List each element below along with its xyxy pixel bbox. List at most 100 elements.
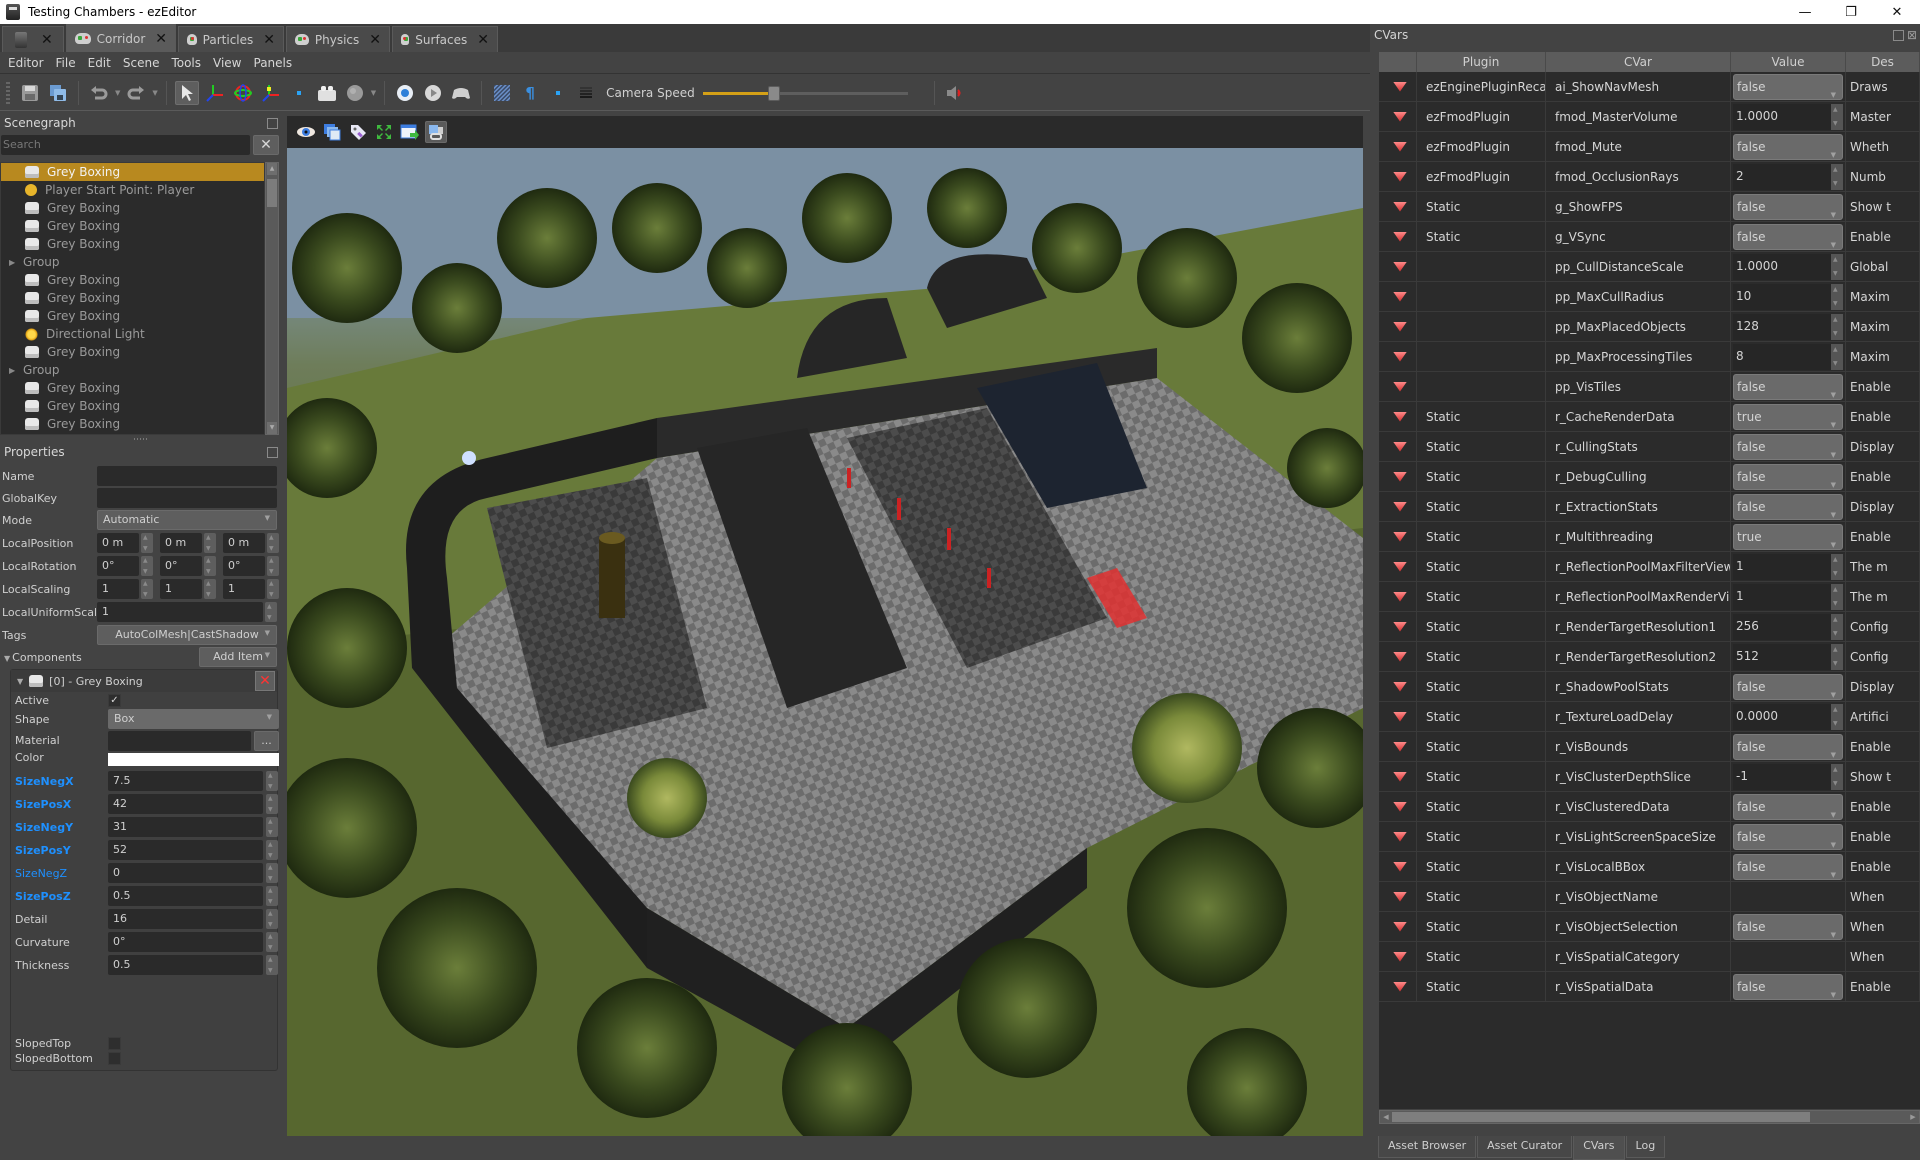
cvar-value-spinbox[interactable]: 1: [1733, 553, 1843, 580]
cvar-row[interactable]: ezEnginePluginRecast ai_ShowNavMesh false ▼…: [1379, 71, 1920, 102]
export-view-button[interactable]: [399, 121, 421, 143]
scroll-thumb[interactable]: [1392, 1112, 1810, 1122]
localposition-x-spinner[interactable]: [141, 533, 153, 553]
localposition-y-input[interactable]: 0 m: [160, 533, 202, 553]
play-button[interactable]: [421, 81, 445, 105]
cvar-row[interactable]: Staticr_VisClusterDepthSlice -1 Show t: [1379, 761, 1920, 792]
component-header[interactable]: ▼ [0] - Grey Boxing ✕: [11, 670, 277, 692]
cvar-value-dropdown[interactable]: false ▼: [1733, 223, 1843, 250]
sizeposz-spinner[interactable]: [266, 886, 278, 906]
menu-panels[interactable]: Panels: [254, 56, 293, 70]
bottom-tab-asset-browser[interactable]: Asset Browser: [1378, 1136, 1477, 1158]
cvar-row[interactable]: Static r_VisLocalBBox false ▼ Enable: [1379, 851, 1920, 882]
tree-item[interactable]: Grey Boxing: [1, 217, 264, 235]
menu-scene[interactable]: Scene: [123, 56, 160, 70]
localscaling-y-input[interactable]: 1: [160, 579, 202, 599]
cvar-row[interactable]: Staticr_ReflectionPoolMaxRenderViews 1 The…: [1379, 581, 1920, 612]
cvar-value-spinbox[interactable]: 1.0000: [1733, 253, 1843, 280]
tree-item[interactable]: Grey Boxing: [1, 379, 264, 397]
tree-item[interactable]: Grey Boxing: [1, 289, 264, 307]
cvar-row[interactable]: Static r_VisObjectName When: [1379, 881, 1920, 912]
tree-item[interactable]: Player Start Point: Player: [1, 181, 264, 199]
doc-tab-particles[interactable]: Particles ✕: [178, 26, 284, 52]
cvar-row[interactable]: Static r_CullingStats false ▼ Display: [1379, 431, 1920, 462]
spinner-arrows-icon[interactable]: [1831, 553, 1843, 580]
scroll-left-icon[interactable]: ◀: [1381, 1111, 1391, 1123]
spinner-arrows-icon[interactable]: [1831, 253, 1843, 280]
doc-tab-surfaces[interactable]: Surfaces ✕: [392, 26, 498, 52]
scenegraph-search-input[interactable]: Search: [1, 135, 250, 155]
cvar-value-dropdown[interactable]: true ▼: [1733, 523, 1843, 550]
sizeposy-spinner[interactable]: [266, 840, 278, 860]
tags-dropdown[interactable]: AutoColMesh|CastShadow ▼: [97, 625, 277, 645]
tags-filter-button[interactable]: [347, 121, 369, 143]
cvar-value-dropdown[interactable]: true ▼: [1733, 403, 1843, 430]
sizenegz-input[interactable]: 0: [108, 863, 263, 883]
spinner-arrows-icon[interactable]: [1831, 103, 1843, 130]
localrotation-y-input[interactable]: 0°: [160, 556, 202, 576]
scroll-right-icon[interactable]: ▶: [1908, 1111, 1918, 1123]
tree-group[interactable]: ▶ Group: [1, 361, 264, 379]
show-pilcrow-button[interactable]: ¶: [518, 81, 542, 105]
cvar-row[interactable]: Static g_ShowFPS false ▼ Show t: [1379, 191, 1920, 222]
sloped-bottom-checkbox[interactable]: [108, 1052, 121, 1065]
thickness-spinner[interactable]: [266, 955, 278, 975]
cvars-horizontal-scrollbar[interactable]: ◀ ▶: [1379, 1110, 1920, 1124]
spinner-arrows-icon[interactable]: [1831, 343, 1843, 370]
cvar-value-dropdown[interactable]: false ▼: [1733, 73, 1843, 100]
name-input[interactable]: [97, 466, 277, 486]
cvar-value-spinbox[interactable]: -1: [1733, 763, 1843, 790]
localrotation-x-spinner[interactable]: [141, 556, 153, 576]
cvar-row[interactable]: Static r_ExtractionStats false ▼ Display: [1379, 491, 1920, 522]
play-game-button[interactable]: [449, 81, 473, 105]
sizeposy-input[interactable]: 52: [108, 840, 263, 860]
cvar-row[interactable]: Static g_VSync false ▼ Enable: [1379, 221, 1920, 252]
expand-arrow-icon[interactable]: ▶: [9, 366, 19, 375]
bottom-tab-cvars[interactable]: CVars: [1573, 1136, 1625, 1160]
close-tab-icon[interactable]: ✕: [369, 32, 381, 48]
localuniformscaling-input[interactable]: 1: [97, 602, 263, 622]
3d-viewport[interactable]: [287, 148, 1363, 1136]
localrotation-x-input[interactable]: 0°: [97, 556, 139, 576]
remove-component-button[interactable]: ✕: [255, 671, 275, 691]
tree-item[interactable]: Grey Boxing: [1, 415, 264, 433]
tree-item[interactable]: Grey Boxing: [1, 307, 264, 325]
doc-tab-corridor[interactable]: Corridor ✕: [66, 24, 176, 52]
sizenegx-spinner[interactable]: [266, 771, 278, 791]
scenegraph-scrollbar[interactable]: ▲ ▼: [265, 162, 279, 435]
tree-item[interactable]: Grey Boxing: [1, 271, 264, 289]
cvar-row[interactable]: ezFmodPluginfmod_OcclusionRays 2 Numb: [1379, 161, 1920, 192]
cvar-value-spinbox[interactable]: 0.0000: [1733, 703, 1843, 730]
cvar-value-dropdown[interactable]: false ▼: [1733, 733, 1843, 760]
cvar-value-dropdown[interactable]: false ▼: [1733, 913, 1843, 940]
detail-input[interactable]: 16: [108, 909, 263, 929]
scroll-down-icon[interactable]: ▼: [267, 422, 277, 434]
close-tab-icon[interactable]: ✕: [477, 32, 489, 48]
column-header-des[interactable]: Des: [1846, 52, 1920, 72]
cvar-row[interactable]: Static r_DebugCulling false ▼ Enable: [1379, 461, 1920, 492]
create-box-button[interactable]: [315, 81, 339, 105]
cvar-row[interactable]: pp_MaxPlacedObjects 128 Maxim: [1379, 311, 1920, 342]
sizenegy-input[interactable]: 31: [108, 817, 263, 837]
tree-item[interactable]: Directional Light: [1, 325, 264, 343]
doc-tab-physics[interactable]: Physics ✕: [286, 26, 390, 52]
sloped-top-checkbox[interactable]: [108, 1037, 121, 1050]
camera-speed-slider[interactable]: [702, 85, 908, 101]
menu-file[interactable]: File: [56, 56, 76, 70]
tree-item[interactable]: Grey Boxing: [1, 235, 264, 253]
cvar-row[interactable]: Static r_CacheRenderData true ▼ Enable: [1379, 401, 1920, 432]
link-camera-button[interactable]: [425, 121, 447, 143]
panel-splitter[interactable]: [134, 438, 148, 440]
column-header-value[interactable]: Value: [1731, 52, 1846, 72]
cvar-value-dropdown[interactable]: false ▼: [1733, 373, 1843, 400]
render-layers-button[interactable]: [321, 121, 343, 143]
sizeposx-spinner[interactable]: [266, 794, 278, 814]
sizenegy-spinner[interactable]: [266, 817, 278, 837]
doc-tab-editor[interactable]: ✕: [2, 26, 64, 52]
spinner-arrows-icon[interactable]: [1831, 763, 1843, 790]
save-all-button[interactable]: [46, 81, 70, 105]
select-tool-button[interactable]: [174, 80, 199, 105]
cvar-row[interactable]: Staticr_TextureLoadDelay 0.0000 Artifici: [1379, 701, 1920, 732]
localposition-x-input[interactable]: 0 m: [97, 533, 139, 553]
float-panel-icon[interactable]: [1893, 30, 1904, 41]
